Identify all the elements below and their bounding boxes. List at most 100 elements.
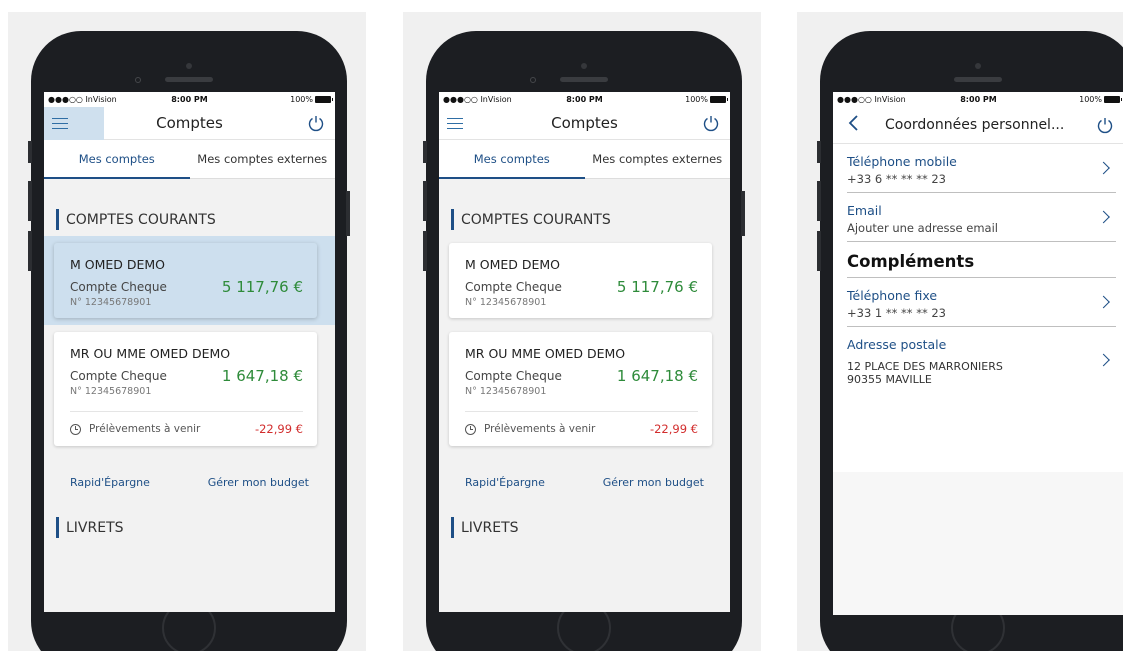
status-bar: ●●●○○ InVision 8:00 PM 100% [44, 92, 335, 107]
mockup-panel-3: ●●●○○ InVision 8:00 PM 100% Coordonnées … [797, 12, 1123, 651]
pending-debits-row[interactable]: Prélèvements à venir -22,99 € [465, 411, 698, 436]
power-icon[interactable] [1096, 116, 1114, 134]
account-balance: 5 117,76 € [616, 278, 698, 296]
phone-frame: ●●●○○ InVision 8:00 PM 100% Comptes Mes … [423, 31, 745, 651]
rapid-epargne-link[interactable]: Rapid'Épargne [70, 476, 150, 489]
clock-icon [465, 423, 476, 435]
battery-percent: 100% [685, 95, 708, 104]
list-item-mobile[interactable]: Téléphone mobile +33 6 ** ** ** 23 [847, 144, 1116, 193]
mobile-value: +33 6 ** ** ** 23 [847, 172, 946, 186]
tab-my-accounts[interactable]: Mes comptes [439, 140, 585, 178]
nav-bar: Comptes [44, 107, 335, 140]
front-camera [135, 77, 141, 83]
status-time: 8:00 PM [566, 95, 603, 104]
section-label: LIVRETS [461, 519, 519, 536]
budget-link[interactable]: Gérer mon budget [603, 476, 704, 489]
quick-links: Rapid'Épargne Gérer mon budget [44, 476, 335, 489]
battery-percent: 100% [1079, 95, 1102, 104]
account-balance: 5 117,76 € [221, 278, 303, 296]
account-type: Compte Cheque [70, 369, 167, 383]
landline-label: Téléphone fixe [847, 288, 938, 303]
front-camera [530, 77, 536, 83]
account-card[interactable]: M OMED DEMO Compte Cheque N° 12345678901… [44, 236, 335, 325]
back-chevron-icon[interactable] [847, 114, 861, 132]
account-holder: M OMED DEMO [70, 257, 166, 272]
section-label: COMPTES COURANTS [66, 211, 216, 228]
phone-frame: ●●●○○ InVision 8:00 PM 100% Coordonnées … [817, 31, 1123, 651]
pending-label: Prélèvements à venir [484, 423, 596, 435]
budget-link[interactable]: Gérer mon budget [208, 476, 309, 489]
page-title: Comptes [156, 114, 223, 132]
speaker-grille [954, 77, 1002, 82]
account-type: Compte Cheque [465, 369, 562, 383]
carrier-label: ●●●○○ InVision [837, 95, 906, 104]
status-time: 8:00 PM [960, 95, 997, 104]
status-bar: ●●●○○ InVision 8:00 PM 100% [833, 92, 1123, 107]
mockup-panel-2: ●●●○○ InVision 8:00 PM 100% Comptes Mes … [403, 12, 761, 651]
camera-dot [581, 63, 587, 69]
pending-amount: -22,99 € [254, 422, 303, 436]
account-card[interactable]: M OMED DEMO Compte Cheque N° 12345678901… [449, 243, 712, 318]
battery-percent: 100% [290, 95, 313, 104]
pending-label: Prélèvements à venir [89, 423, 201, 435]
complements-heading: Compléments [847, 252, 975, 271]
carrier-label: ●●●○○ InVision [48, 95, 117, 104]
email-label: Email [847, 203, 882, 218]
status-time: 8:00 PM [171, 95, 208, 104]
battery-icon [710, 96, 728, 103]
pending-debits-row[interactable]: Prélèvements à venir -22,99 € [70, 411, 303, 436]
phone-frame: ●●●○○ InVision 8:00 PM 100% Comptes Mes … [28, 31, 350, 651]
account-tabs: Mes comptes Mes comptes externes [439, 140, 730, 179]
section-heading-savings: LIVRETS [56, 517, 335, 538]
account-number: N° 12345678901 [465, 297, 547, 308]
app-screen: ●●●○○ InVision 8:00 PM 100% Coordonnées … [833, 92, 1123, 615]
app-screen: ●●●○○ InVision 8:00 PM 100% Comptes Mes … [44, 92, 335, 612]
account-number: N° 12345678901 [465, 386, 547, 397]
nav-bar: Coordonnées personnel... [833, 107, 1123, 144]
address-label: Adresse postale [847, 337, 947, 352]
section-heading-current: COMPTES COURANTS [451, 209, 730, 230]
tab-external-accounts[interactable]: Mes comptes externes [585, 140, 731, 178]
mobile-label: Téléphone mobile [847, 154, 957, 169]
list-item-landline[interactable]: Téléphone fixe +33 1 ** ** ** 23 [847, 277, 1116, 327]
section-label: LIVRETS [66, 519, 124, 536]
nav-bar: Comptes [439, 107, 730, 140]
account-type: Compte Cheque [70, 280, 167, 294]
battery-icon [315, 96, 333, 103]
clock-icon [70, 423, 81, 435]
account-tabs: Mes comptes Mes comptes externes [44, 140, 335, 179]
section-label: COMPTES COURANTS [461, 211, 611, 228]
mockup-panel-1: ●●●○○ InVision 8:00 PM 100% Comptes Mes … [8, 12, 366, 651]
active-tab-indicator [44, 177, 190, 179]
page-title: Comptes [551, 114, 618, 132]
pending-amount: -22,99 € [649, 422, 698, 436]
tab-my-accounts[interactable]: Mes comptes [44, 140, 190, 178]
speaker-grille [560, 77, 608, 82]
rapid-epargne-link[interactable]: Rapid'Épargne [465, 476, 545, 489]
battery-icon [1104, 96, 1122, 103]
landline-value: +33 1 ** ** ** 23 [847, 306, 946, 320]
speaker-grille [165, 77, 213, 82]
account-number: N° 12345678901 [70, 386, 152, 397]
app-screen: ●●●○○ InVision 8:00 PM 100% Comptes Mes … [439, 92, 730, 612]
power-icon[interactable] [702, 114, 720, 132]
camera-dot [186, 63, 192, 69]
account-holder: MR OU MME OMED DEMO [70, 346, 231, 361]
address-line-1: 12 PLACE DES MARRONIERS [847, 360, 1003, 373]
page-title: Coordonnées personnel... [885, 117, 1065, 133]
account-holder: MR OU MME OMED DEMO [465, 346, 626, 361]
section-heading-savings: LIVRETS [451, 517, 730, 538]
account-type: Compte Cheque [465, 280, 562, 294]
contact-list: Téléphone mobile +33 6 ** ** ** 23 Email… [833, 144, 1123, 472]
email-value: Ajouter une adresse email [847, 221, 998, 235]
active-tab-indicator [439, 177, 585, 179]
list-item-address[interactable]: Adresse postale 12 PLACE DES MARRONIERS … [847, 327, 1116, 392]
account-card[interactable]: MR OU MME OMED DEMO Compte Cheque N° 123… [449, 332, 712, 446]
power-icon[interactable] [307, 114, 325, 132]
account-balance: 1 647,18 € [221, 367, 303, 385]
tab-external-accounts[interactable]: Mes comptes externes [190, 140, 336, 178]
list-item-email[interactable]: Email Ajouter une adresse email [847, 193, 1116, 242]
account-balance: 1 647,18 € [616, 367, 698, 385]
account-card[interactable]: MR OU MME OMED DEMO Compte Cheque N° 123… [54, 332, 317, 446]
quick-links: Rapid'Épargne Gérer mon budget [439, 476, 730, 489]
